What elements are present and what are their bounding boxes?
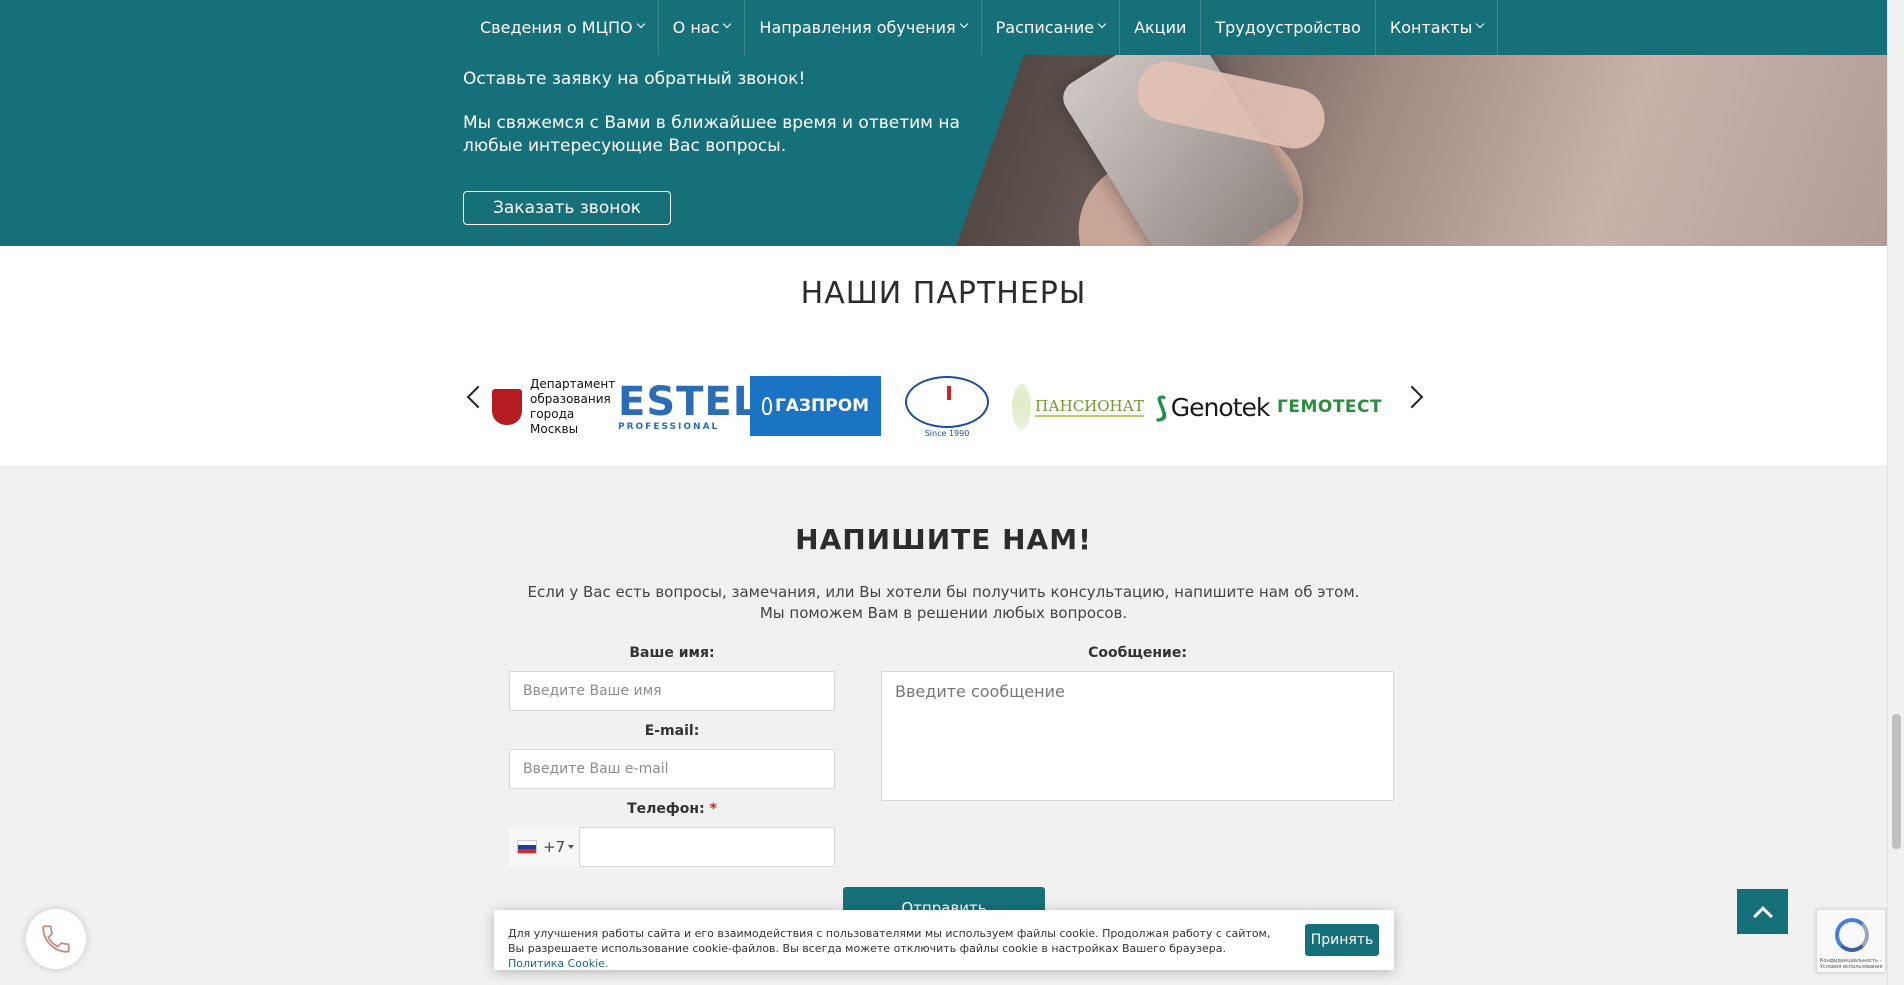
partner-logo-moscow-education[interactable]: Департамент образования города Москвы <box>492 376 615 438</box>
contact-title: НАПИШИТЕ НАМ! <box>795 523 1092 556</box>
recaptcha-icon <box>1835 918 1869 952</box>
partner-logo-text: Genotek <box>1170 392 1271 422</box>
chevron-down-icon <box>723 19 732 28</box>
partner-logo-gemotest[interactable]: ГЕМОТЕСТ <box>1277 376 1401 438</box>
nav-item-o-nas[interactable]: О нас <box>659 0 746 55</box>
page-scrollbar[interactable] <box>1887 0 1904 985</box>
nav-item-label: О нас <box>672 18 720 37</box>
moscow-crest-icon <box>492 389 522 425</box>
scroll-to-top-button[interactable] <box>1737 889 1788 934</box>
nav-item-kontakty[interactable]: Контакты <box>1376 0 1499 55</box>
phone-icon <box>42 925 70 953</box>
partner-logo-medicine[interactable]: Since 1990 <box>902 376 992 438</box>
order-call-button[interactable]: Заказать звонок <box>463 191 671 225</box>
chevron-down-icon <box>1475 19 1485 28</box>
partner-logo-genotek[interactable]: ⟆ Genotek <box>1155 376 1270 438</box>
leaf-icon <box>1012 384 1032 430</box>
chevron-down-icon <box>636 19 645 28</box>
nav-item-svedeniya[interactable]: Сведения о МЦПО <box>467 0 659 55</box>
carousel-prev-icon[interactable] <box>466 385 490 409</box>
banner-photo <box>956 55 1887 246</box>
nav-item-label: Трудоустройство <box>1215 18 1361 37</box>
globe-icon <box>905 376 989 428</box>
partner-logo-text: ESTEL <box>618 379 760 425</box>
nav-item-label: Расписание <box>995 18 1095 37</box>
name-label: Ваше имя: <box>629 645 715 661</box>
cookie-text: Для улучшения работы сайта и его взаимод… <box>508 926 1278 971</box>
partner-logo-text: ПАНСИОНАТ <box>1035 397 1144 417</box>
country-code: +7 <box>543 838 566 856</box>
recaptcha-text: Конфиденциальность - Условия использован… <box>1820 958 1883 970</box>
contact-description-line: Мы поможем Вам в решении любых вопросов. <box>759 604 1128 622</box>
partner-logo-caption: Since 1990 <box>924 429 970 438</box>
message-textarea[interactable]: Введите сообщение <box>881 671 1394 801</box>
name-input[interactable]: Введите Ваше имя <box>509 671 835 711</box>
nav-item-label: Акции <box>1134 18 1187 37</box>
chevron-up-icon <box>1752 905 1773 926</box>
contact-description-line: Если у Вас есть вопросы, замечания, или … <box>527 583 1360 601</box>
nav-item-akcii[interactable]: Акции <box>1120 0 1202 55</box>
partners-title: НАШИ ПАРТНЕРЫ <box>800 276 1087 311</box>
nav-item-label: Направления обучения <box>759 18 956 37</box>
nav-item-trudoustroystvo[interactable]: Трудоустройство <box>1201 0 1376 55</box>
chevron-down-icon <box>959 19 968 28</box>
callback-description: Мы свяжемся с Вами в ближайшее время и о… <box>463 113 960 156</box>
nav-menu: Сведения о МЦПО О нас Направления обучен… <box>467 0 1499 55</box>
nav-item-label: Сведения о МЦПО <box>480 18 633 37</box>
carousel-next-icon[interactable] <box>1400 385 1424 409</box>
partner-logo-estel[interactable]: ESTEL PROFESSIONAL <box>618 376 758 438</box>
cookie-message: Для улучшения работы сайта и его взаимод… <box>508 927 1271 955</box>
chevron-down-icon <box>1097 19 1107 28</box>
cookie-banner: Для улучшения работы сайта и его взаимод… <box>494 910 1394 970</box>
top-navigation: Сведения о МЦПО О нас Направления обучен… <box>0 0 1887 55</box>
nav-item-label: Контакты <box>1389 18 1473 37</box>
partner-logo-text: ГАЗПРОМ <box>774 396 870 416</box>
recaptcha-badge[interactable]: Конфиденциальность - Условия использован… <box>1816 909 1886 973</box>
flame-icon <box>761 397 772 415</box>
accept-cookie-button[interactable]: Принять <box>1305 924 1379 956</box>
partner-logo-pansionat[interactable]: ПАНСИОНАТ <box>1012 376 1144 438</box>
partners-section: НАШИ ПАРТНЕРЫ Департамент образования го… <box>0 246 1887 465</box>
russia-flag-icon <box>517 840 537 854</box>
phone-label-text: Телефон: <box>627 801 705 817</box>
scrollbar-thumb[interactable] <box>1892 714 1901 849</box>
phone-label: Телефон: * <box>509 801 835 817</box>
country-code-select[interactable]: +7 <box>509 827 580 867</box>
nav-item-napravleniya[interactable]: Направления обучения <box>745 0 982 55</box>
dna-icon: ⟆ <box>1155 390 1168 424</box>
callback-heading: Оставьте заявку на обратный звонок! <box>463 69 806 89</box>
email-input[interactable]: Введите Ваш e-mail <box>509 749 835 789</box>
partner-logo-gazprom[interactable]: ГАЗПРОМ <box>750 376 881 436</box>
contact-description: Если у Вас есть вопросы, замечания, или … <box>0 582 1887 624</box>
nav-item-raspisanie[interactable]: Расписание <box>982 0 1121 55</box>
message-label: Сообщение: <box>1088 645 1187 661</box>
caret-down-icon <box>568 845 575 849</box>
call-button[interactable] <box>26 909 86 969</box>
cookie-policy-link[interactable]: Политика Cookie. <box>508 957 608 970</box>
partner-logo-subtext: PROFESSIONAL <box>618 422 720 432</box>
required-marker: * <box>709 801 717 817</box>
callback-banner: Оставьте заявку на обратный звонок! Мы с… <box>0 55 1887 246</box>
email-label: E-mail: <box>644 723 700 739</box>
partner-logo-text: ГЕМОТЕСТ <box>1277 397 1383 417</box>
partner-logo-text: Департамент образования города Москвы <box>530 377 616 436</box>
